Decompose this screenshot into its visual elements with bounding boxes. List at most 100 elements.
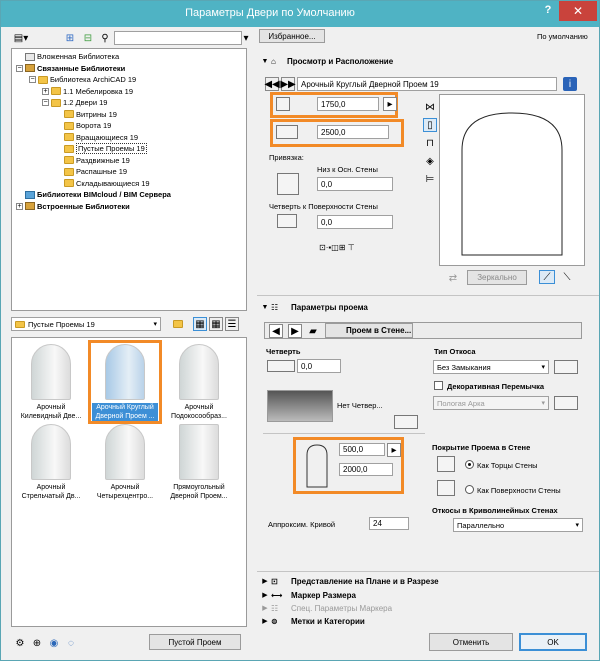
cover-as-ends-radio[interactable] bbox=[465, 460, 474, 469]
link-arrow-icon[interactable]: ▸ bbox=[387, 443, 401, 457]
object-thumbnail[interactable]: Арочный Круглый Дверной Проем ... bbox=[88, 340, 162, 424]
section-title: Спец. Параметры Маркера bbox=[291, 603, 393, 613]
tree-item[interactable]: Вращающиеся 19 bbox=[55, 132, 138, 143]
expand-toggle-icon[interactable]: + bbox=[16, 202, 23, 210]
object-thumbnail[interactable]: Арочный Четырехцентро... bbox=[92, 424, 158, 501]
section-labels-header[interactable]: ▶ ⊜ Метки и Категории bbox=[259, 614, 599, 628]
tab-next-icon[interactable]: ▶ bbox=[288, 324, 302, 338]
decor-lintel-checkbox[interactable] bbox=[434, 381, 443, 390]
section-marker-params-header[interactable]: ▶ ☷ Спец. Параметры Маркера bbox=[259, 601, 599, 615]
tree-item[interactable]: Библиотеки BIMcloud / BIM Сервера bbox=[16, 189, 171, 200]
tab-opening-in-wall[interactable]: Проем в Стене... bbox=[325, 323, 413, 338]
search-input[interactable] bbox=[114, 31, 242, 45]
opening-width-input[interactable]: 500,0 bbox=[339, 443, 385, 456]
mirror-right-icon[interactable]: ⟍ bbox=[559, 270, 575, 284]
object-thumbnails[interactable]: Арочный Килевидный Две... Арочный Круглый… bbox=[11, 337, 247, 627]
height-input[interactable]: 2500,0 bbox=[317, 125, 389, 139]
section-dim-marker-header[interactable]: ▶ ⟷ Маркер Размера bbox=[259, 588, 599, 602]
section-opening-header[interactable]: ▼ ☷ Параметры проема bbox=[259, 300, 599, 314]
object-thumbnail[interactable]: Арочный Подокосообраз... bbox=[166, 344, 232, 421]
mirror-left-icon[interactable]: ⟋ bbox=[539, 270, 555, 284]
3d-view-icon[interactable]: ◈ bbox=[423, 154, 437, 168]
chevron-down-icon[interactable]: ▾ bbox=[242, 31, 250, 45]
expand-toggle-icon[interactable]: − bbox=[16, 64, 23, 72]
object-thumbnail[interactable]: Арочный Килевидный Две... bbox=[18, 344, 84, 421]
folder-icon bbox=[15, 320, 25, 328]
section-preview-header[interactable]: ▼ ⌂ Просмотр и Расположение bbox=[259, 54, 599, 68]
close-button[interactable]: ✕ bbox=[559, 1, 597, 21]
globe-icon[interactable]: ◉ bbox=[47, 636, 61, 650]
tree-item[interactable]: Пустые Проемы 19 bbox=[55, 143, 147, 154]
reveal-input[interactable]: 0,0 bbox=[317, 215, 393, 229]
info-icon[interactable]: i bbox=[563, 77, 577, 91]
library-icon[interactable]: ⊞ bbox=[63, 31, 77, 45]
tree-item[interactable]: − Связанные Библиотеки bbox=[16, 63, 125, 74]
list-view-icon[interactable]: ☰ bbox=[225, 317, 239, 331]
favorites-button[interactable]: Избранное... bbox=[259, 29, 325, 43]
cover-as-surfaces-radio[interactable] bbox=[465, 485, 474, 494]
anchor-points-icon[interactable]: ⊡·▪◫⊞ ⊤ bbox=[319, 243, 355, 252]
folder-select[interactable]: Пустые Проемы 19 ▾ bbox=[11, 317, 161, 331]
folder-up-icon[interactable] bbox=[171, 317, 185, 331]
reveal-type-label: Тип Откоса bbox=[434, 347, 476, 356]
library-tree[interactable]: Вложенная Библиотека − Связанные Библиотек… bbox=[11, 48, 247, 311]
object-thumbnail[interactable]: Прямоугольный Дверной Проем... bbox=[166, 424, 232, 501]
quarter-input[interactable]: 0,0 bbox=[297, 359, 341, 373]
cancel-button[interactable]: Отменить bbox=[429, 633, 513, 651]
tree-item[interactable]: Вложенная Библиотека bbox=[16, 51, 119, 62]
approx-input[interactable]: 24 bbox=[369, 517, 409, 530]
plan-view-icon[interactable]: ⋈ bbox=[423, 100, 437, 114]
anchor-input[interactable]: 0,0 bbox=[317, 177, 393, 191]
add-object-icon[interactable]: ⊕ bbox=[30, 636, 44, 650]
object-name-field[interactable]: Арочный Круглый Дверной Проем 19 bbox=[297, 77, 557, 91]
tree-item[interactable]: +1.1 Мебелировка 19 bbox=[42, 86, 133, 97]
next-icon[interactable]: ▶▶ bbox=[280, 77, 296, 91]
mirror-button[interactable]: Зеркально bbox=[467, 270, 527, 285]
expand-toggle-icon[interactable]: + bbox=[42, 87, 49, 95]
reveal-type-icon[interactable] bbox=[554, 360, 578, 374]
side-view-icon[interactable]: ⊓ bbox=[423, 136, 437, 150]
expand-toggle-icon[interactable]: − bbox=[42, 99, 49, 106]
tree-item[interactable]: Распашные 19 bbox=[55, 166, 127, 177]
elevation-view-icon[interactable]: ▯ bbox=[423, 118, 437, 132]
tab-prev-icon[interactable]: ◀ bbox=[269, 324, 283, 338]
empty-opening-button[interactable]: Пустой Проем bbox=[149, 634, 241, 650]
library-add-icon[interactable]: ⊟ bbox=[81, 31, 95, 45]
anchor-icon[interactable] bbox=[277, 173, 299, 195]
library-manager-icon[interactable]: ⚙ bbox=[13, 636, 27, 650]
expand-triangle-icon: ▶ bbox=[262, 592, 268, 599]
tree-item[interactable]: − 1.2 Двери 19 bbox=[42, 97, 107, 108]
tree-item-label: 1.1 Мебелировка 19 bbox=[63, 86, 133, 96]
expand-toggle-icon[interactable]: − bbox=[29, 76, 36, 83]
large-icons-view-icon[interactable]: ▦ bbox=[193, 317, 207, 331]
prev-icon[interactable]: ◀◀ bbox=[264, 77, 280, 91]
wall-surface-icon bbox=[437, 480, 455, 496]
tree-item[interactable]: Ворота 19 bbox=[55, 120, 111, 131]
tree-item[interactable]: Витрины 19 bbox=[55, 109, 117, 120]
opening-height-input[interactable]: 2000,0 bbox=[339, 463, 393, 476]
section-title: Параметры проема bbox=[291, 302, 368, 312]
cloud-icon[interactable]: ◌ bbox=[64, 636, 78, 650]
small-icons-view-icon[interactable]: ▦ bbox=[209, 317, 223, 331]
title-bar: Параметры Двери по Умолчанию ? ✕ bbox=[1, 1, 599, 27]
section-view-icon[interactable]: ⊨ bbox=[423, 172, 437, 186]
ok-button[interactable]: OK bbox=[519, 633, 587, 651]
decor-lintel-select[interactable]: Пологая Арка ▾ bbox=[433, 396, 549, 410]
link-arrow-icon[interactable]: ▸ bbox=[383, 97, 397, 111]
help-button[interactable]: ? bbox=[541, 4, 555, 20]
dimension-marker-icon: ⟷ bbox=[271, 590, 283, 600]
tree-item[interactable]: Раздвижные 19 bbox=[55, 155, 130, 166]
width-input[interactable]: 1750,0 bbox=[317, 97, 379, 111]
tree-item[interactable]: + Встроенные Библиотеки bbox=[16, 201, 130, 212]
view-mode-icon[interactable]: ▤▾ bbox=[11, 31, 31, 45]
curved-select[interactable]: Параллельно ▾ bbox=[453, 518, 583, 532]
reveal-type-select[interactable]: Без Замыкания ▾ bbox=[433, 360, 549, 374]
object-thumbnail[interactable]: Арочный Стрельчатый Дв... bbox=[18, 424, 84, 501]
tree-item[interactable]: − Библиотека ArchiCAD 19 bbox=[29, 74, 136, 85]
tree-item[interactable]: Складывающиеся 19 bbox=[55, 178, 150, 189]
quarter-type-button[interactable] bbox=[394, 415, 418, 429]
section-plan-header[interactable]: ▶ ⊡ Представление на Плане и в Разрезе bbox=[259, 574, 599, 588]
decor-lintel-icon[interactable] bbox=[554, 396, 578, 410]
